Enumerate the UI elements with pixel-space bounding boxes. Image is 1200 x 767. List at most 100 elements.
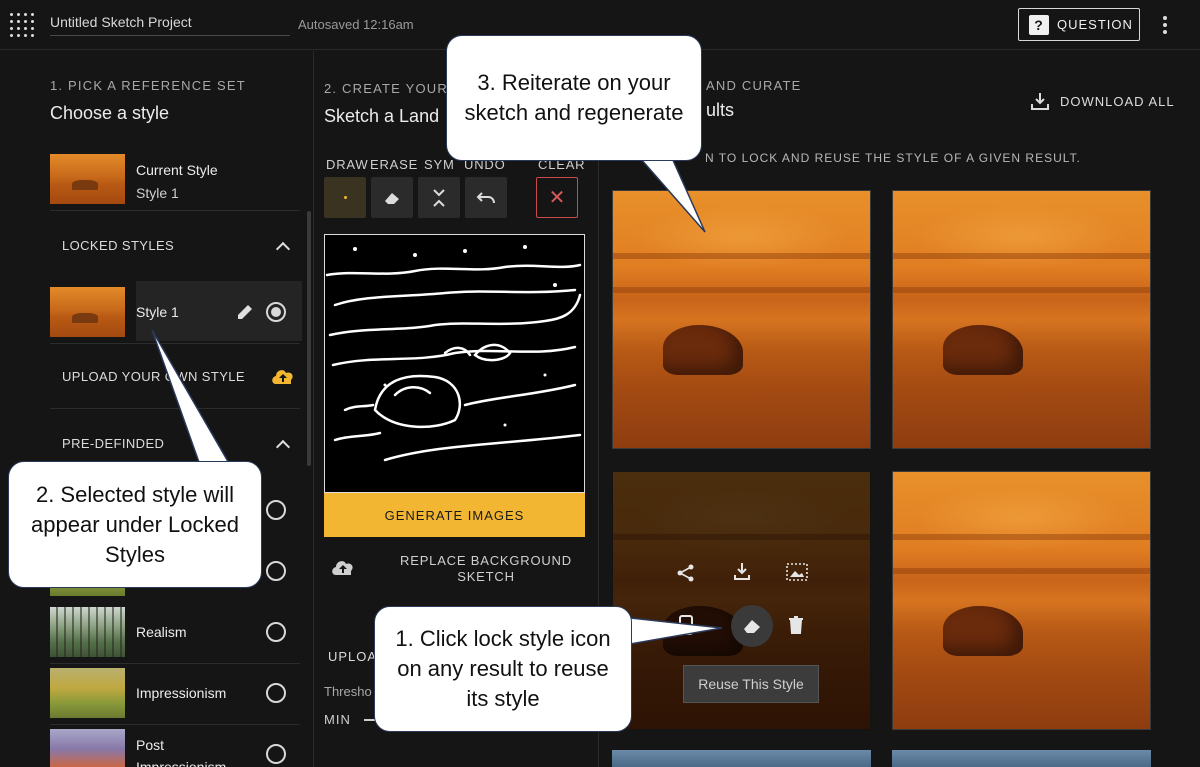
current-style-label: Current Style bbox=[136, 162, 218, 178]
undo-icon bbox=[476, 191, 495, 203]
lock-hint: N TO LOCK AND REUSE THE STYLE OF A GIVEN… bbox=[705, 151, 1081, 165]
band bbox=[613, 253, 870, 259]
style-radio[interactable] bbox=[266, 744, 286, 764]
band bbox=[893, 253, 1150, 259]
chevron-up-icon[interactable] bbox=[275, 241, 291, 257]
reference-panel: 1. PICK A REFERENCE SET Choose a style C… bbox=[0, 51, 312, 767]
result-image[interactable] bbox=[892, 471, 1151, 730]
current-style-name: Style 1 bbox=[136, 185, 179, 201]
question-button[interactable]: ? QUESTION bbox=[1018, 8, 1140, 41]
phone-icon[interactable] bbox=[679, 615, 693, 635]
step-3-title: ults bbox=[706, 100, 735, 120]
predefined-style-post-impressionism[interactable]: Post Impressionism bbox=[50, 729, 300, 767]
divider bbox=[50, 408, 300, 409]
rock bbox=[943, 606, 1023, 656]
band bbox=[893, 287, 1150, 293]
callout-step-1: 1. Click lock style icon on any result t… bbox=[374, 606, 632, 732]
question-icon: ? bbox=[1029, 14, 1049, 35]
cloud-upload-icon[interactable] bbox=[330, 557, 356, 577]
callout-step-2: 2. Selected style will appear under Lock… bbox=[8, 461, 262, 588]
upload-label: UPLOA bbox=[328, 649, 378, 664]
chevron-up-icon[interactable] bbox=[275, 439, 291, 455]
eraser-icon bbox=[385, 192, 399, 204]
result-image[interactable] bbox=[892, 750, 1151, 767]
band bbox=[893, 568, 1150, 574]
locked-style-radio[interactable] bbox=[266, 302, 286, 322]
step-2-label: 2. CREATE YOUR bbox=[324, 81, 448, 96]
divider bbox=[50, 343, 300, 344]
close-icon: ✕ bbox=[548, 187, 566, 209]
draw-tool-button[interactable] bbox=[324, 177, 366, 218]
lock-style-button[interactable] bbox=[731, 605, 773, 647]
post-impressionism-thumbnail bbox=[50, 729, 125, 767]
download-icon bbox=[1031, 93, 1049, 110]
draw-dot-icon bbox=[343, 196, 347, 199]
replace-background-label: REPLACE BACKGROUND SKETCH bbox=[400, 553, 572, 584]
divider bbox=[50, 663, 300, 664]
pencil-icon[interactable] bbox=[236, 303, 254, 321]
predefined-styles-label: PRE-DEFINDED bbox=[62, 436, 165, 451]
cloud-upload-icon[interactable] bbox=[270, 366, 296, 386]
upload-style-label: UPLOAD YOUR OWN STYLE bbox=[62, 369, 245, 384]
locked-style-thumbnail bbox=[50, 287, 125, 337]
callout-step-3: 3. Reiterate on your sketch and regenera… bbox=[446, 35, 702, 161]
sym-label: SYM bbox=[424, 157, 455, 172]
share-icon[interactable] bbox=[676, 563, 696, 583]
rock bbox=[663, 325, 743, 375]
generate-images-button[interactable]: GENERATE IMAGES bbox=[324, 493, 585, 537]
download-all-label: DOWNLOAD ALL bbox=[1060, 93, 1175, 109]
locked-styles-header[interactable]: LOCKED STYLES bbox=[50, 216, 300, 276]
result-image[interactable] bbox=[612, 190, 871, 449]
divider bbox=[50, 210, 300, 211]
result-image[interactable] bbox=[892, 190, 1151, 449]
divider bbox=[50, 724, 300, 725]
symmetry-tool-button[interactable] bbox=[418, 177, 460, 218]
result-image[interactable] bbox=[612, 750, 871, 767]
current-style-thumbnail bbox=[50, 154, 125, 204]
trash-icon[interactable] bbox=[788, 615, 804, 635]
sketch-drawing bbox=[325, 245, 582, 462]
replace-background-icon[interactable] bbox=[786, 563, 808, 581]
style-radio[interactable] bbox=[266, 683, 286, 703]
erase-tool-button[interactable] bbox=[371, 177, 413, 218]
min-label: MIN bbox=[324, 712, 351, 727]
result-hover-actions: Reuse This Style bbox=[612, 471, 871, 730]
step-1-label: 1. PICK A REFERENCE SET bbox=[50, 78, 246, 93]
locked-styles-label: LOCKED STYLES bbox=[62, 238, 175, 253]
style-radio[interactable] bbox=[266, 622, 286, 642]
reuse-style-tooltip: Reuse This Style bbox=[683, 665, 819, 703]
locked-style-name: Style 1 bbox=[136, 304, 179, 320]
scrollbar[interactable] bbox=[307, 211, 311, 466]
impressionism-thumbnail bbox=[50, 668, 125, 718]
app-logo-icon[interactable] bbox=[10, 13, 34, 37]
more-options-icon[interactable] bbox=[1158, 14, 1172, 36]
autosave-status: Autosaved 12:16am bbox=[298, 17, 414, 32]
lock-style-icon bbox=[744, 620, 760, 633]
style-name: Impressionism bbox=[136, 685, 227, 701]
step-1-title: Choose a style bbox=[50, 103, 170, 123]
current-style: Current Style Style 1 bbox=[50, 154, 300, 204]
question-label: QUESTION bbox=[1057, 17, 1133, 32]
draw-label: DRAW bbox=[326, 157, 369, 172]
sketch-canvas[interactable] bbox=[324, 234, 585, 493]
locked-style-item[interactable]: Style 1 bbox=[50, 287, 300, 337]
style-name: Realism bbox=[136, 624, 187, 640]
style-radio[interactable] bbox=[266, 500, 286, 520]
upload-style-row[interactable]: UPLOAD YOUR OWN STYLE bbox=[50, 349, 300, 409]
predefined-style-realism[interactable]: Realism bbox=[50, 607, 300, 657]
style-name: Post Impressionism bbox=[136, 737, 227, 767]
erase-label: ERASE bbox=[370, 157, 419, 172]
download-icon[interactable] bbox=[732, 561, 752, 581]
band bbox=[893, 534, 1150, 540]
clear-button[interactable]: ✕ bbox=[536, 177, 578, 218]
realism-thumbnail bbox=[50, 607, 125, 657]
undo-button[interactable] bbox=[465, 177, 507, 218]
predefined-style-impressionism[interactable]: Impressionism bbox=[50, 668, 300, 718]
style-radio[interactable] bbox=[266, 561, 286, 581]
rock bbox=[943, 325, 1023, 375]
step-3-label: AND CURATE bbox=[706, 78, 802, 93]
project-title-input[interactable]: Untitled Sketch Project bbox=[50, 14, 290, 36]
download-all-button[interactable]: DOWNLOAD ALL bbox=[1030, 91, 1175, 111]
replace-background-row[interactable]: REPLACE BACKGROUND SKETCH bbox=[330, 551, 590, 591]
symmetry-icon bbox=[433, 188, 445, 207]
